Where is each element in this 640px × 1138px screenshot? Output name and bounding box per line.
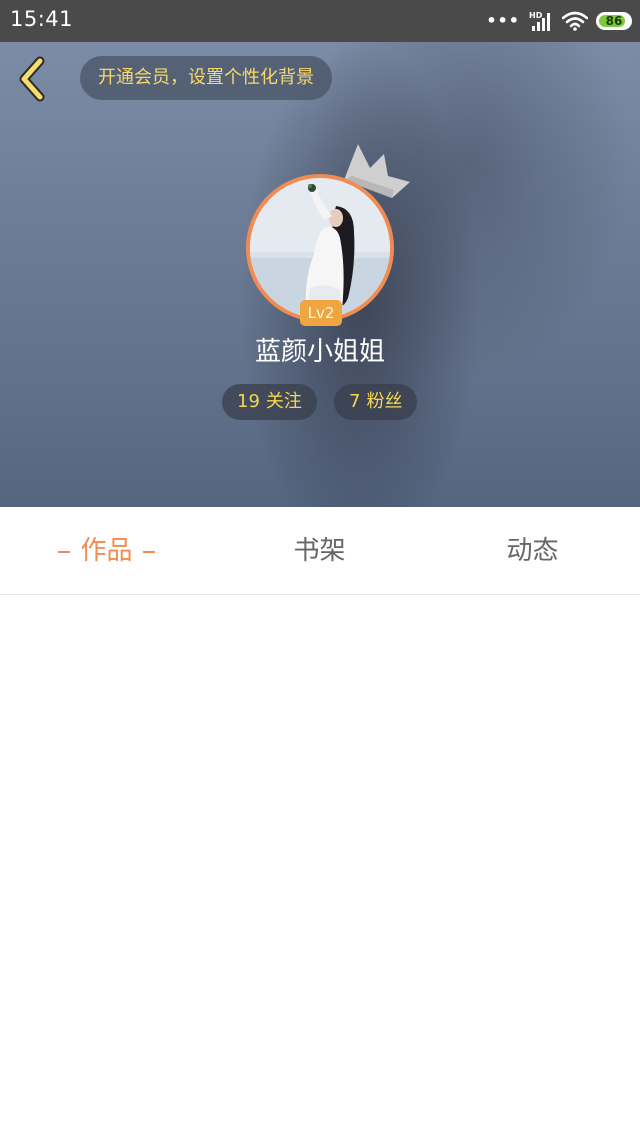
battery-level: 86 bbox=[605, 14, 623, 28]
status-icons: ••• HD 86 bbox=[486, 9, 632, 33]
avatar-image bbox=[250, 178, 390, 318]
back-arrow-icon bbox=[19, 56, 45, 102]
battery-icon: 86 bbox=[596, 12, 632, 30]
signal-icon: HD bbox=[529, 11, 550, 31]
tab-works-label: 作品 bbox=[80, 536, 133, 566]
tab-bookshelf[interactable]: 书架 bbox=[213, 507, 426, 595]
tab-content-area bbox=[0, 595, 640, 1138]
network-type-label: HD bbox=[529, 11, 543, 20]
tab-works[interactable]: 作品 bbox=[0, 507, 213, 595]
following-button[interactable]: 19 关注 bbox=[222, 384, 317, 420]
tab-activity-label: 动态 bbox=[506, 536, 559, 566]
tab-active-left-dash bbox=[58, 550, 71, 553]
profile-tabs: 作品 书架 动态 bbox=[0, 507, 640, 595]
username: 蓝颜小姐姐 bbox=[254, 337, 385, 367]
following-count: 19 bbox=[237, 391, 260, 412]
profile-header: 开通会员，设置个性化背景 Lv2 蓝颜小姐姐 19 关注 7 粉丝 bbox=[0, 42, 640, 507]
fans-button[interactable]: 7 粉丝 bbox=[334, 384, 418, 420]
more-dots-icon: ••• bbox=[486, 11, 520, 30]
status-bar: 15:41 ••• HD 86 bbox=[0, 0, 640, 42]
status-time: 15:41 bbox=[10, 7, 74, 31]
level-badge: Lv2 bbox=[300, 300, 342, 326]
back-button[interactable] bbox=[10, 54, 56, 104]
wifi-icon bbox=[562, 11, 588, 31]
following-label: 关注 bbox=[265, 391, 302, 412]
fans-label: 粉丝 bbox=[366, 391, 403, 412]
tab-bookshelf-label: 书架 bbox=[293, 536, 346, 566]
vip-banner[interactable]: 开通会员，设置个性化背景 bbox=[80, 56, 332, 100]
tab-activity[interactable]: 动态 bbox=[426, 507, 639, 595]
tab-active-right-dash bbox=[142, 550, 155, 553]
fans-count: 7 bbox=[349, 391, 361, 412]
